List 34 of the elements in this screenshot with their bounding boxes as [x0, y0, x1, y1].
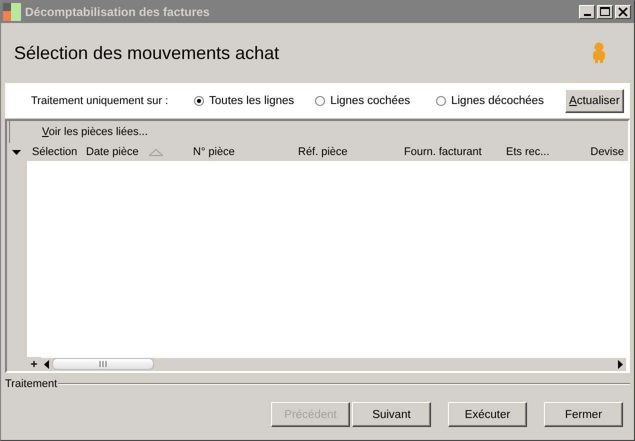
maximize-icon [600, 7, 610, 17]
column-header[interactable]: Sélection [32, 146, 78, 158]
footer-button[interactable]: Suivant [352, 402, 431, 427]
sort-icon [148, 148, 163, 156]
footer-button[interactable]: Exécuter [448, 402, 527, 427]
minimize-button[interactable] [579, 5, 595, 19]
filter-label: Traitement uniquement sur : [31, 94, 168, 106]
scroll-right-icon[interactable] [617, 360, 624, 368]
radio-option[interactable]: Lignes décochées [436, 94, 544, 106]
group-label: Traitement [5, 378, 58, 390]
minimize-icon [584, 14, 590, 16]
app-icon [3, 3, 21, 21]
scroll-left-icon[interactable] [43, 360, 50, 368]
person-icon [591, 42, 607, 64]
close-button[interactable] [615, 5, 631, 19]
close-icon [618, 7, 628, 17]
radio-option[interactable]: Toutes les lignes [194, 94, 294, 106]
dropdown-icon[interactable] [12, 150, 21, 154]
column-header[interactable]: Fourn. facturant [404, 146, 482, 158]
maximize-button[interactable] [597, 5, 613, 19]
column-header[interactable]: Date pièce [86, 146, 139, 158]
add-button[interactable]: + [27, 357, 41, 371]
radio-option[interactable]: Lignes cochées [315, 94, 410, 106]
grip-icon [99, 361, 107, 367]
column-header[interactable]: Ets rec... [506, 146, 550, 158]
linked-documents-link[interactable]: Voir les pièces liées... [42, 126, 148, 138]
column-header[interactable]: Devise [590, 146, 624, 158]
horizontal-scrollbar[interactable] [41, 358, 626, 370]
column-header[interactable]: N° pièce [193, 146, 235, 158]
footer-button[interactable]: Fermer [544, 402, 623, 427]
refresh-button[interactable]: Actualiser [564, 88, 624, 112]
page-title: Sélection des mouvements achat [14, 42, 280, 64]
window-title: Décomptabilisation des factures [25, 5, 211, 19]
column-header[interactable]: Réf. pièce [298, 146, 348, 158]
